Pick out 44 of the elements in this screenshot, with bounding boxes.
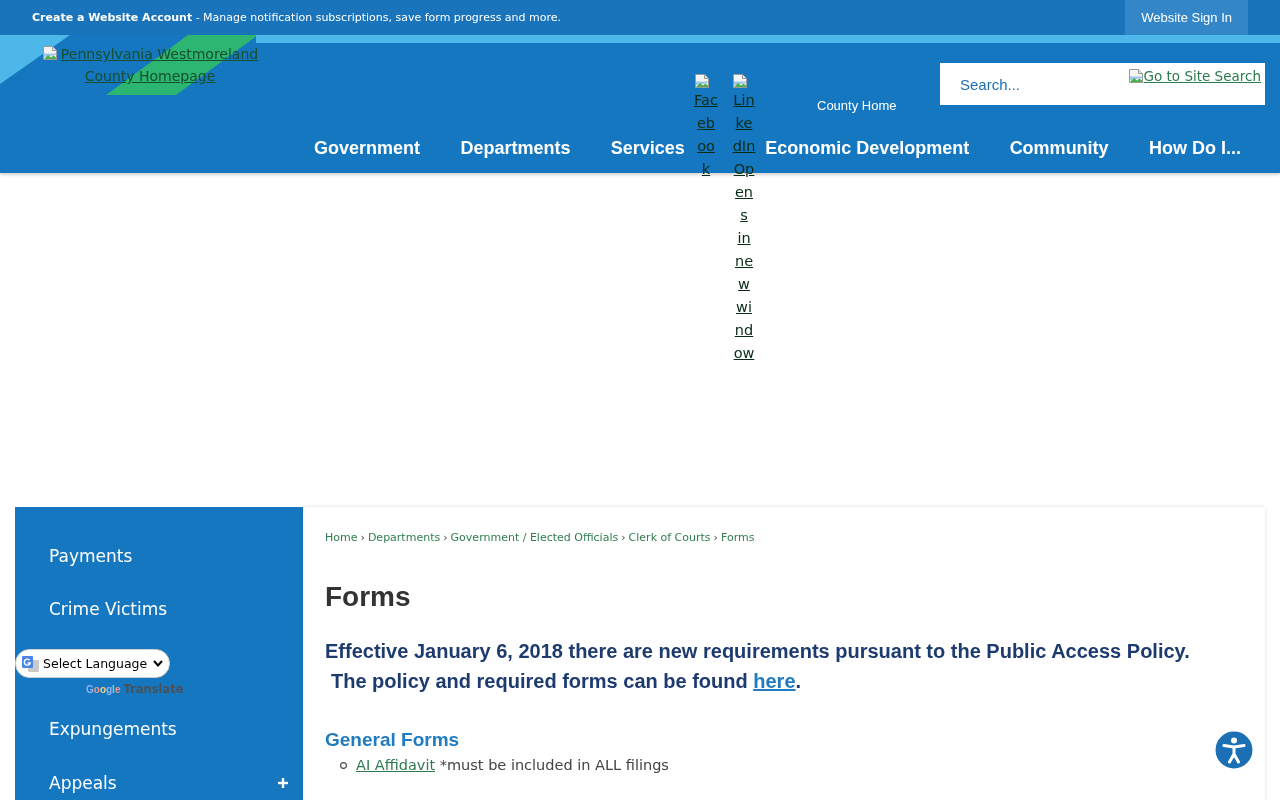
breadcrumb-separator: › xyxy=(621,531,626,545)
sidebar-item[interactable]: Appeals xyxy=(15,756,303,800)
breadcrumb-separator: › xyxy=(443,531,448,545)
nav-item[interactable]: How Do I... xyxy=(1149,137,1241,159)
broken-image-icon xyxy=(1127,68,1144,84)
breadcrumb-link[interactable]: Home xyxy=(325,531,358,545)
nav-item[interactable]: Departments xyxy=(460,137,571,159)
social-link[interactable]: LinkedIn Opens in new window xyxy=(732,73,756,365)
nav-item[interactable]: Government xyxy=(314,137,421,159)
search-button[interactable]: Go to Site Search xyxy=(1127,68,1261,84)
sidebar-item[interactable]: Payments xyxy=(15,529,303,583)
nav-item[interactable]: Economic Development xyxy=(765,137,970,159)
nav-item[interactable]: Services xyxy=(610,137,685,159)
accessibility-icon xyxy=(1214,730,1254,770)
accessibility-button[interactable] xyxy=(1214,730,1254,770)
broken-image-icon xyxy=(694,73,710,89)
breadcrumb-link[interactable]: Forms xyxy=(720,531,755,545)
hollow-bullet-icon xyxy=(340,761,347,769)
page-title: Forms xyxy=(325,580,412,614)
section-heading: General Forms xyxy=(325,728,461,752)
broken-image-icon xyxy=(41,45,58,61)
notice-link[interactable]: here xyxy=(753,670,796,692)
breadcrumb-link[interactable]: Departments xyxy=(367,531,441,545)
social-link[interactable]: Facebook xyxy=(694,73,718,365)
form-link[interactable]: AI Affidavit xyxy=(356,757,436,773)
sign-in-button[interactable]: Website Sign In xyxy=(1125,0,1248,35)
notice-text: Effective January 6, 2018 there are new requirements pursuant to the Public Access Policy. The policy and required forms can be found here. xyxy=(325,639,1191,694)
language-select[interactable]: Select Language xyxy=(15,649,170,678)
sidebar-item[interactable]: Expungements xyxy=(15,702,303,756)
breadcrumb-separator: › xyxy=(360,531,365,545)
plus-icon[interactable] xyxy=(278,777,288,788)
translate-icon xyxy=(22,655,39,672)
breadcrumb-link[interactable]: Government / Elected Officials xyxy=(450,531,619,545)
broken-image-icon xyxy=(732,73,748,89)
chevron-down-icon xyxy=(153,660,163,667)
breadcrumb-separator: › xyxy=(713,531,718,545)
sidebar-item[interactable]: Crime Victims xyxy=(15,582,303,636)
nav-item[interactable]: Community xyxy=(1009,137,1109,159)
breadcrumb-link[interactable]: Clerk of Courts xyxy=(628,531,711,545)
county-home-link[interactable]: County Home xyxy=(817,98,897,113)
form-item-text: AI Affidavit *must be included in ALL filings xyxy=(356,756,669,775)
brand-logo: Google xyxy=(86,683,121,696)
create-account-link[interactable]: Create a Website Account xyxy=(32,11,193,24)
account-banner-text: Create a Website Account - Manage notification subscriptions, save form progress and more. xyxy=(32,11,562,24)
